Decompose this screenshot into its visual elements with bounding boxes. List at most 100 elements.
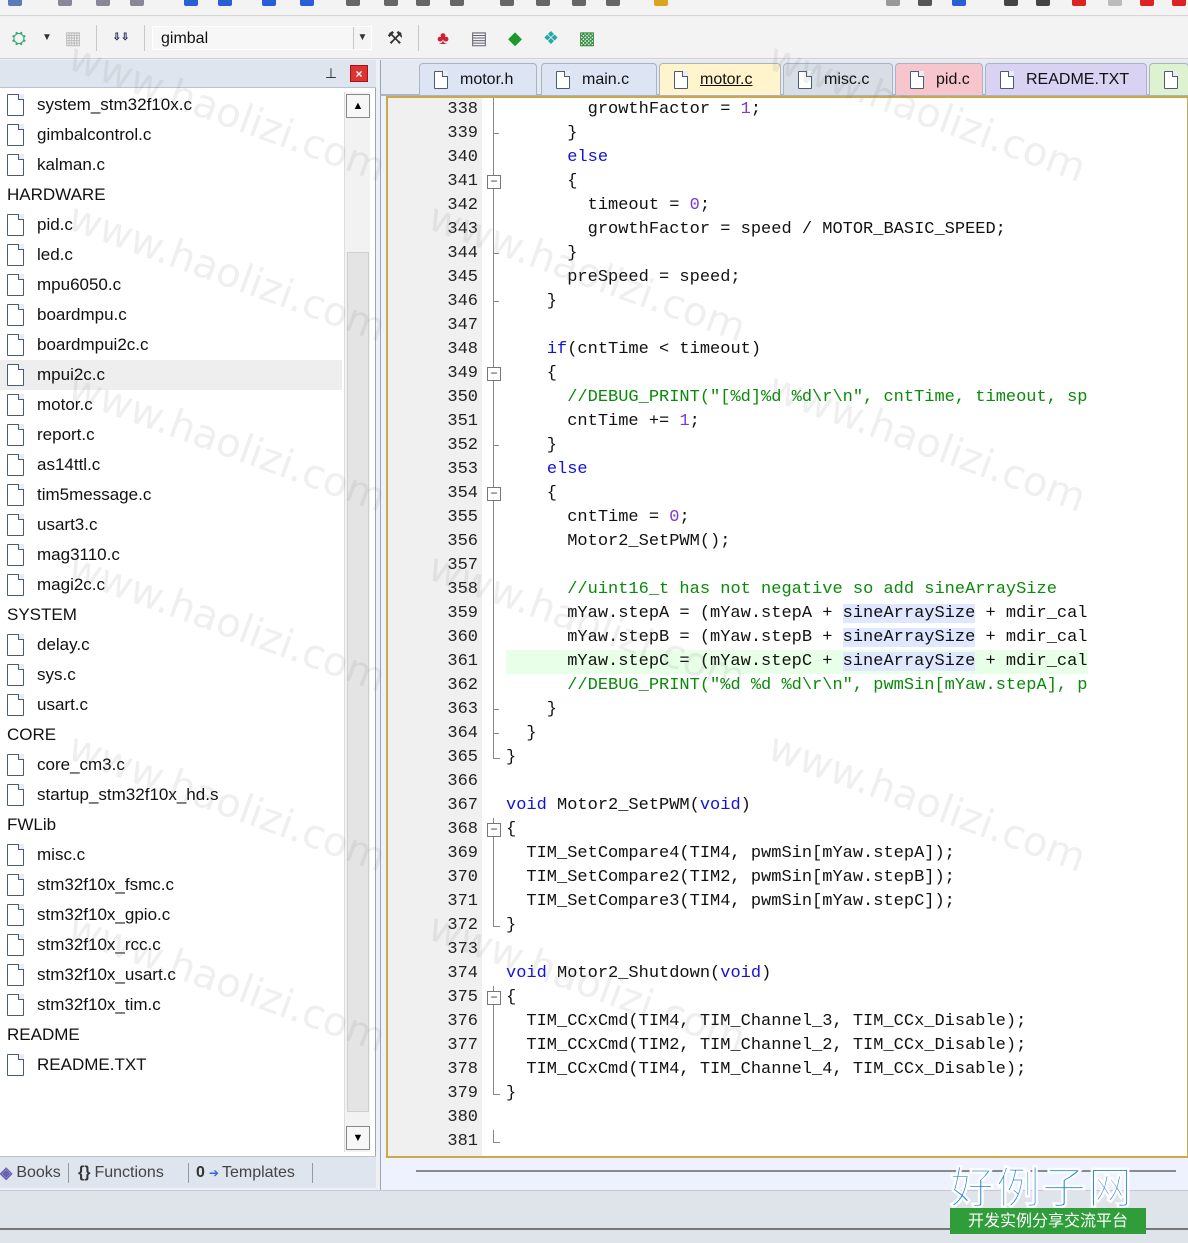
nav-back-icon[interactable] [262,0,276,6]
file-tab[interactable]: README.TXT [985,63,1147,95]
search-icon[interactable] [1004,0,1018,6]
tree-file-item[interactable]: misc.c [0,840,342,870]
toolbar-stub-icon[interactable] [130,0,144,6]
code-line[interactable]: 361 mYaw.stepC = (mYaw.stepC + sineArray… [388,650,1187,674]
tree-file-item[interactable]: motor.c [0,390,342,420]
tree-file-item[interactable]: stm32f10x_rcc.c [0,930,342,960]
pack-installer-icon[interactable]: ▤ [466,25,492,51]
code-line[interactable]: 350 //DEBUG_PRINT("[%d]%d %d\r\n", cntTi… [388,386,1187,410]
tree-group-item[interactable]: HARDWARE [0,180,342,210]
indent-icon[interactable] [500,0,514,6]
tab-templates[interactable]: 0 ➔ Templates [196,1162,295,1184]
tree-group-item[interactable]: SYSTEM [0,600,342,630]
config-icon[interactable] [952,0,966,6]
code-line[interactable]: 363 } [388,698,1187,722]
code-line[interactable]: 371 TIM_SetCompare3(TIM4, pwmSin[mYaw.st… [388,890,1187,914]
file-tab[interactable]: main.c [541,63,657,95]
code-line[interactable]: 365} [388,746,1187,770]
breakpoint-kill-icon[interactable] [1140,0,1154,6]
code-line[interactable]: 369 TIM_SetCompare4(TIM4, pwmSin[mYaw.st… [388,842,1187,866]
fold-toggle-icon[interactable]: − [484,362,504,386]
toolbar-stub-icon[interactable] [96,0,110,6]
code-editor[interactable]: 338 growthFactor = 1; 339 } 340 else 341− {… [386,96,1188,1158]
tree-file-item[interactable]: sys.c [0,660,342,690]
code-line[interactable]: 377 TIM_CCxCmd(TIM2, TIM_Channel_2, TIM_… [388,1034,1187,1058]
code-line[interactable]: 341− { [388,170,1187,194]
tab-books[interactable]: ◈ Books [0,1162,61,1184]
tree-group-item[interactable]: CORE [0,720,342,750]
target-select[interactable]: gimbal ▼ [152,26,372,50]
file-tab[interactable]: motor.h [419,63,537,95]
batch-build-icon[interactable]: ▦ [60,25,86,51]
code-line[interactable]: 378 TIM_CCxCmd(TIM4, TIM_Channel_4, TIM_… [388,1058,1187,1082]
dropdown-icon[interactable] [886,0,900,6]
fold-toggle-icon[interactable]: − [484,482,504,506]
code-line[interactable]: 339 } [388,122,1187,146]
code-line[interactable]: 353 else [388,458,1187,482]
tree-file-item[interactable]: pid.c [0,210,342,240]
code-line[interactable]: 349− { [388,362,1187,386]
rte-manage-icon[interactable]: ♣ [430,25,456,51]
tools-icon[interactable] [1036,0,1050,6]
code-line[interactable]: 347 [388,314,1187,338]
tree-file-item[interactable]: system_stm32f10x.c [0,90,342,120]
tree-file-item[interactable]: stm32f10x_gpio.c [0,900,342,930]
breakpoint-icon[interactable] [1072,0,1086,6]
file-tab[interactable] [1149,63,1188,95]
tree-file-item[interactable]: boardmpu.c [0,300,342,330]
code-line[interactable]: 338 growthFactor = 1; [388,98,1187,122]
load-icon[interactable]: ⇩⇩ [108,25,134,51]
code-line[interactable]: 357 [388,554,1187,578]
undo-icon[interactable] [184,0,198,6]
packs-icon[interactable]: ❖ [538,25,564,51]
breakpoint-disable-icon[interactable] [1108,0,1122,6]
code-line[interactable]: 342 timeout = 0; [388,194,1187,218]
bookmark-prev-icon[interactable] [384,0,398,6]
code-line[interactable]: 379} [388,1082,1187,1106]
code-line[interactable]: 372} [388,914,1187,938]
find-in-files-icon[interactable] [654,0,668,6]
code-line[interactable]: 359 mYaw.stepA = (mYaw.stepA + sineArray… [388,602,1187,626]
code-line[interactable]: 352 } [388,434,1187,458]
code-line[interactable]: 362 //DEBUG_PRINT("%d %d %d\r\n", pwmSin… [388,674,1187,698]
code-line[interactable]: 380 [388,1106,1187,1130]
code-line[interactable]: 368−{ [388,818,1187,842]
code-line[interactable]: 346 } [388,290,1187,314]
scroll-thumb[interactable] [347,252,369,1112]
code-line[interactable]: 343 growthFactor = speed / MOTOR_BASIC_S… [388,218,1187,242]
tree-file-item[interactable]: mag3110.c [0,540,342,570]
tree-file-item[interactable]: stm32f10x_fsmc.c [0,870,342,900]
code-line[interactable]: 354− { [388,482,1187,506]
tree-file-item[interactable]: startup_stm32f10x_hd.s [0,780,342,810]
tree-file-item[interactable]: boardmpui2c.c [0,330,342,360]
tree-file-item[interactable]: mpu6050.c [0,270,342,300]
code-line[interactable]: 345 preSpeed = speed; [388,266,1187,290]
toolbar-stub-icon[interactable] [58,0,72,6]
code-line[interactable]: 340 else [388,146,1187,170]
code-line[interactable]: 370 TIM_SetCompare2(TIM2, pwmSin[mYaw.st… [388,866,1187,890]
tree-file-item[interactable]: mpui2c.c [0,360,342,390]
bookmark-clear-icon[interactable] [450,0,464,6]
breakpoint-clear-icon[interactable] [1172,0,1186,6]
code-line[interactable]: 375−{ [388,986,1187,1010]
file-tab[interactable]: motor.c [659,63,781,95]
project-scrollbar[interactable]: ▲ ▼ [344,92,370,1152]
close-icon[interactable]: × [350,65,368,82]
debug-icon[interactable] [918,0,932,6]
code-line[interactable]: 344 } [388,242,1187,266]
tree-file-item[interactable]: stm32f10x_tim.c [0,990,342,1020]
tree-file-item[interactable]: report.c [0,420,342,450]
pin-icon[interactable]: ⊥ [322,64,340,82]
tree-file-item[interactable]: as14ttl.c [0,450,342,480]
tree-file-item[interactable]: magi2c.c [0,570,342,600]
tree-file-item[interactable]: tim5message.c [0,480,342,510]
fold-toggle-icon[interactable]: − [484,170,504,194]
select-device-icon[interactable]: ◆ [502,25,528,51]
nav-forward-icon[interactable] [300,0,314,6]
tree-file-item[interactable]: gimbalcontrol.c [0,120,342,150]
fold-toggle-icon[interactable]: − [484,818,504,842]
uncomment-icon[interactable] [606,0,620,6]
tree-group-item[interactable]: README [0,1020,342,1050]
scroll-down-icon[interactable]: ▼ [346,1126,370,1150]
code-line[interactable]: 364 } [388,722,1187,746]
